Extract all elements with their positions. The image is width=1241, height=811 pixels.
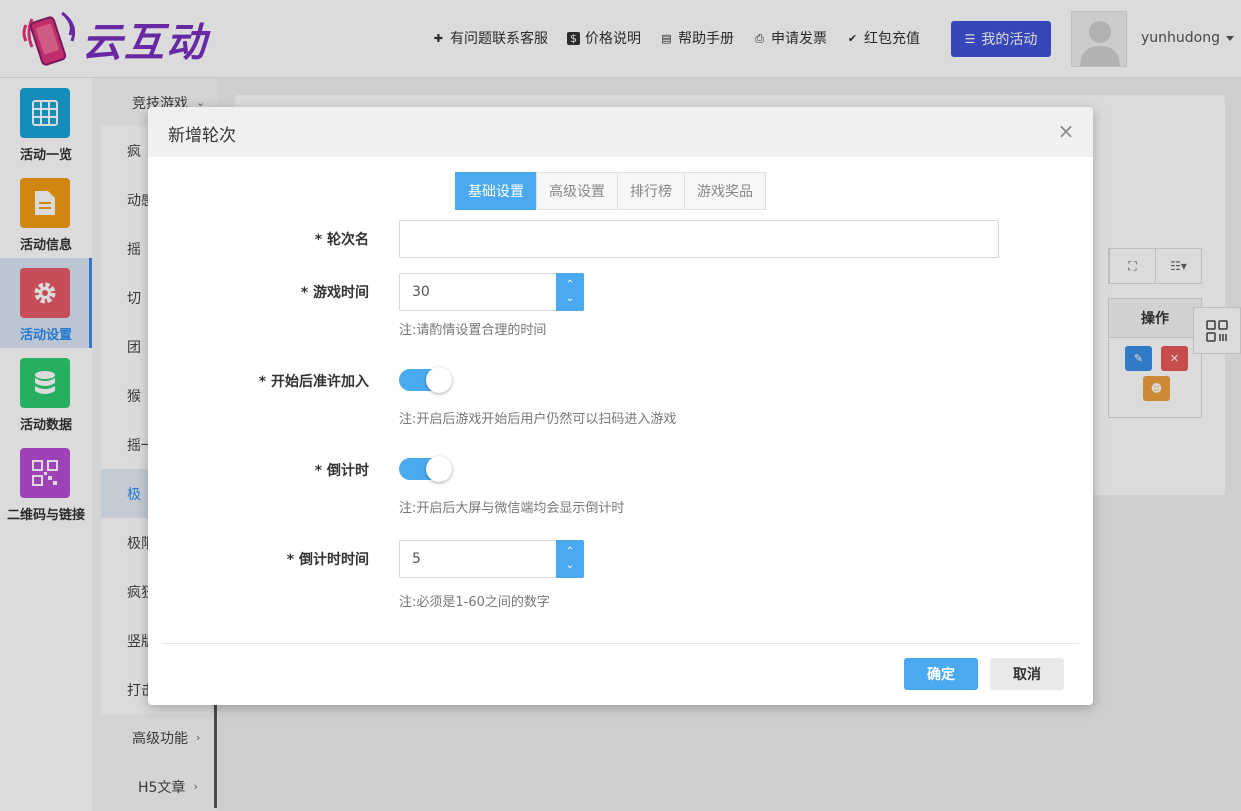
toggle-knob [426,456,452,482]
countdown-time-label: * 倒计时时间 [286,552,369,568]
countdown-toggle[interactable] [399,456,452,482]
tab-advanced-settings[interactable]: 高级设置 [536,172,618,210]
modal-header: 新增轮次 × [148,107,1093,157]
countdown-label: * 倒计时 [314,463,369,479]
round-name-input[interactable] [399,220,999,258]
countdown-time-stepper[interactable]: ⌃ ⌄ [556,540,584,578]
game-time-label: * 游戏时间 [300,285,369,301]
countdown-time-input[interactable]: 5 [399,540,557,578]
chevron-down-icon[interactable]: ⌄ [566,559,574,573]
tab-leaderboard[interactable]: 排行榜 [617,172,685,210]
cancel-button[interactable]: 取消 [990,658,1064,690]
confirm-button[interactable]: 确定 [904,658,978,690]
chevron-down-icon[interactable]: ⌄ [566,292,574,306]
round-name-label: * 轮次名 [314,232,369,248]
tab-game-prizes[interactable]: 游戏奖品 [684,172,766,210]
game-time-hint: 注:请酌情设置合理的时间 [399,323,547,338]
allow-join-toggle[interactable] [399,367,452,393]
toggle-knob [426,367,452,393]
allow-join-hint: 注:开启后游戏开始后用户仍然可以扫码进入游戏 [399,412,677,427]
chevron-up-icon[interactable]: ⌃ [566,278,574,292]
add-round-modal: 新增轮次 × 基础设置 高级设置 排行榜 游戏奖品 * 轮次名 * 游戏时间 3… [148,107,1093,705]
chevron-up-icon[interactable]: ⌃ [566,545,574,559]
close-icon[interactable]: × [1056,121,1076,141]
tab-basic-settings[interactable]: 基础设置 [455,172,537,210]
modal-divider [162,643,1079,644]
game-time-stepper[interactable]: ⌃ ⌄ [556,273,584,311]
countdown-hint: 注:开启后大屏与微信端均会显示倒计时 [399,501,625,516]
allow-join-label: * 开始后准许加入 [258,374,369,390]
countdown-time-hint: 注:必须是1-60之间的数字 [399,595,550,610]
modal-title: 新增轮次 [168,126,236,146]
game-time-input[interactable]: 30 [399,273,557,311]
modal-tabs: 基础设置 高级设置 排行榜 游戏奖品 [455,172,766,210]
